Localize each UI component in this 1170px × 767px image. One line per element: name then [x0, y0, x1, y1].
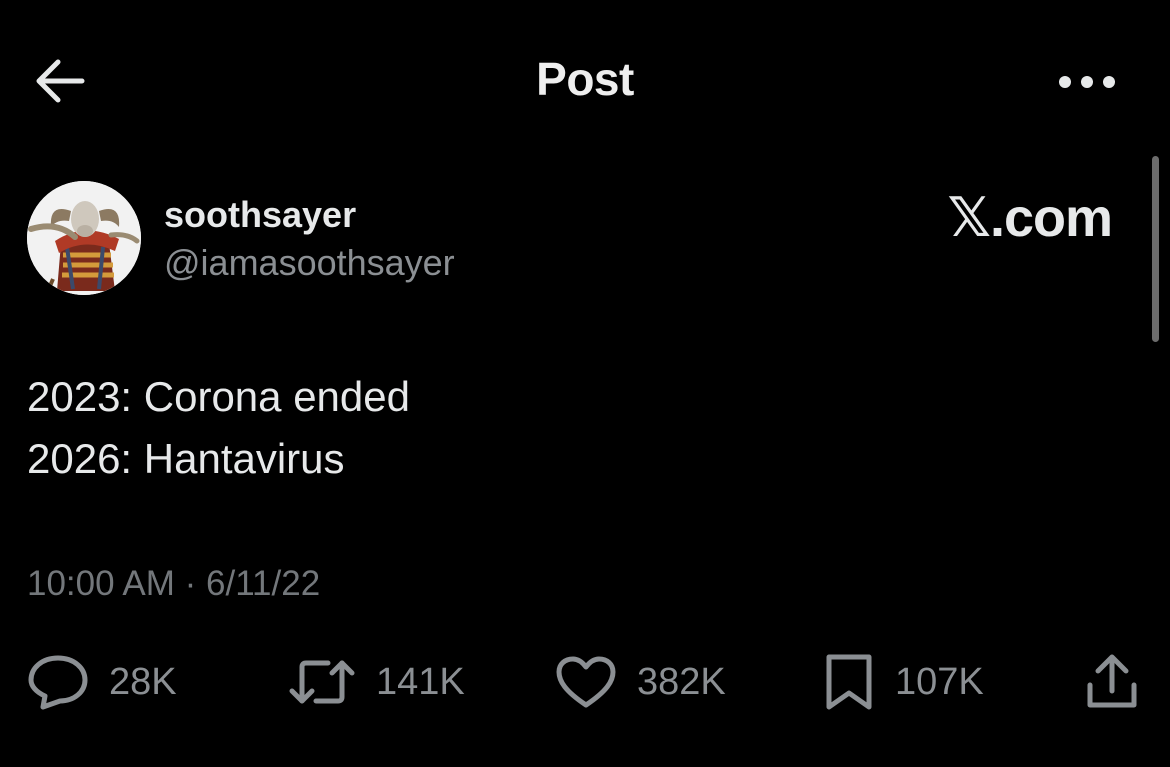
post-line: 2023: Corona ended: [27, 373, 410, 420]
share-button[interactable]: [1084, 652, 1140, 712]
bookmark-icon: [823, 653, 875, 711]
scrollbar[interactable]: [1152, 156, 1159, 342]
x-com-watermark: 𝕏.com: [947, 188, 1113, 248]
more-horizontal-icon: [1058, 75, 1116, 89]
post-timestamp[interactable]: 10:00 AM · 6/11/22: [27, 564, 320, 604]
repost-icon: [288, 657, 356, 707]
more-button[interactable]: [1052, 62, 1122, 102]
like-count: 382K: [637, 660, 726, 703]
reply-count: 28K: [109, 660, 177, 703]
reply-icon: [27, 654, 89, 710]
post-text: 2023: Corona ended 2026: Hantavirus: [27, 366, 410, 490]
avatar-image: [27, 181, 141, 295]
post-line: 2026: Hantavirus: [27, 435, 345, 482]
meta-separator: ·: [174, 564, 206, 603]
post-date: 6/11/22: [206, 564, 321, 603]
repost-button[interactable]: 141K: [288, 652, 465, 712]
post-time: 10:00 AM: [27, 564, 175, 603]
bookmark-button[interactable]: 107K: [823, 652, 984, 712]
author-handle[interactable]: @iamasoothsayer: [164, 242, 455, 284]
share-icon: [1084, 653, 1140, 711]
author-name[interactable]: soothsayer: [164, 194, 356, 236]
repost-count: 141K: [376, 660, 465, 703]
avatar[interactable]: [27, 181, 141, 295]
reply-button[interactable]: 28K: [27, 652, 177, 712]
bookmark-count: 107K: [895, 660, 984, 703]
like-button[interactable]: 382K: [555, 652, 726, 712]
heart-icon: [555, 655, 617, 709]
page-title: Post: [536, 53, 634, 105]
